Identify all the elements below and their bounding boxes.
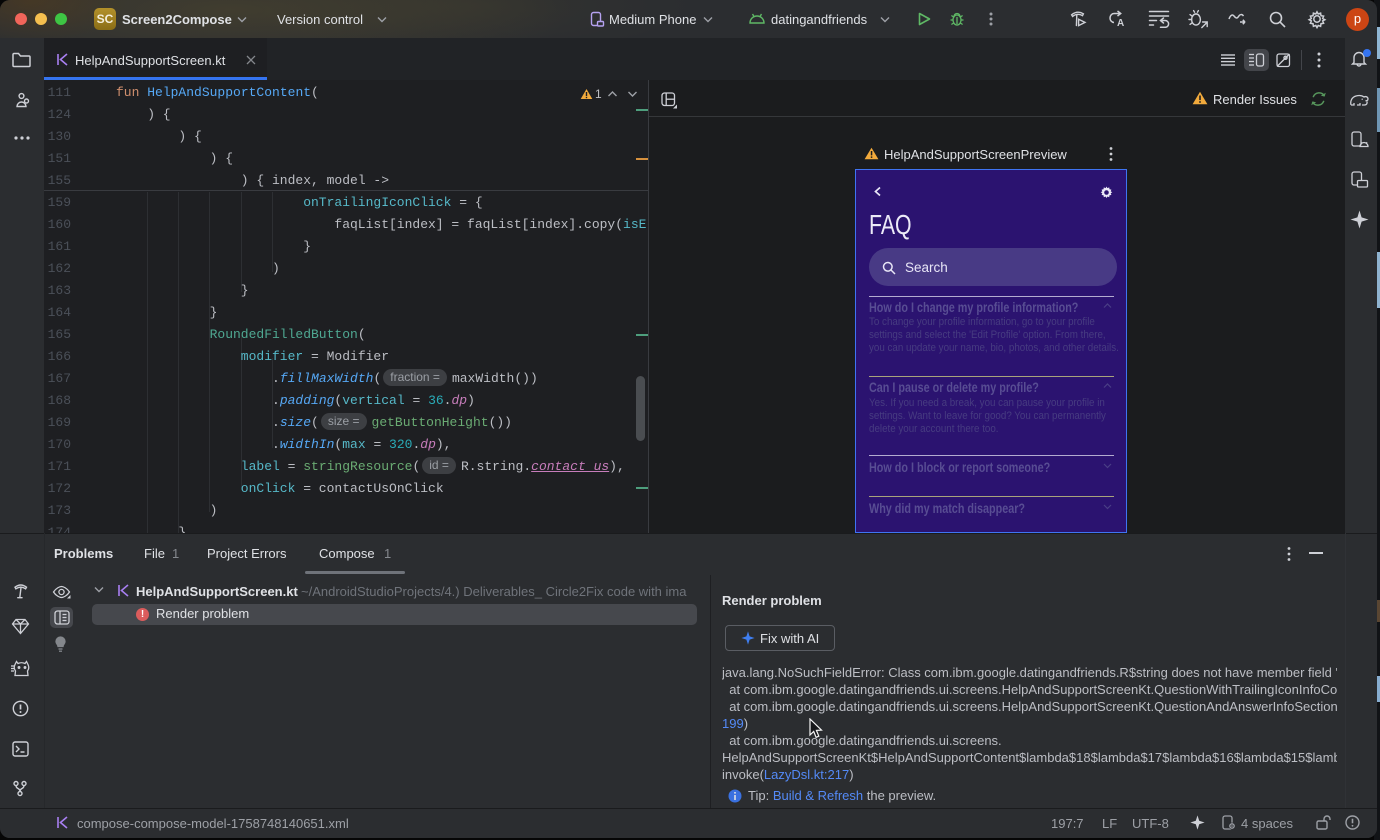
- svg-text:A: A: [1117, 18, 1124, 28]
